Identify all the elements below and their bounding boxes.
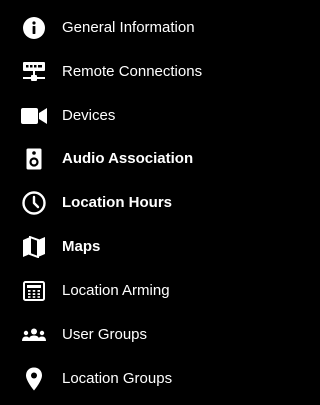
- menu-item-user-groups[interactable]: User Groups: [0, 313, 290, 357]
- users-icon: [21, 322, 47, 348]
- keypad-icon: [21, 278, 47, 304]
- menu-item-label: Location Arming: [62, 282, 170, 299]
- menu-item-location-hours[interactable]: Location Hours: [0, 181, 290, 225]
- network-icon: [21, 59, 47, 85]
- info-circle-icon: [21, 15, 47, 41]
- menu-item-devices[interactable]: Devices: [0, 94, 290, 138]
- menu-item-label: Devices: [62, 107, 116, 124]
- video-camera-icon: [21, 103, 47, 129]
- menu-item-audio-association[interactable]: Audio Association: [0, 137, 290, 181]
- map-pin-icon: [21, 366, 47, 392]
- menu-item-label: Audio Association: [62, 150, 194, 167]
- menu-item-label: General Information: [62, 19, 195, 36]
- menu-item-remote-connections[interactable]: Remote Connections: [0, 50, 290, 94]
- menu-item-general-information[interactable]: General Information: [0, 6, 290, 50]
- menu-item-label: Location Groups: [62, 370, 173, 387]
- map-icon: [21, 234, 47, 260]
- speaker-icon: [21, 146, 47, 172]
- menu-item-location-groups[interactable]: Location Groups: [0, 357, 290, 401]
- settings-menu: General Information Remote Connections D: [0, 0, 290, 405]
- menu-item-label: User Groups: [62, 326, 148, 343]
- menu-item-label: Maps: [62, 238, 101, 255]
- menu-item-label: Location Hours: [62, 194, 173, 211]
- clock-icon: [21, 190, 47, 216]
- menu-item-maps[interactable]: Maps: [0, 225, 290, 269]
- menu-item-label: Remote Connections: [62, 63, 203, 80]
- menu-item-location-arming[interactable]: Location Arming: [0, 269, 290, 313]
